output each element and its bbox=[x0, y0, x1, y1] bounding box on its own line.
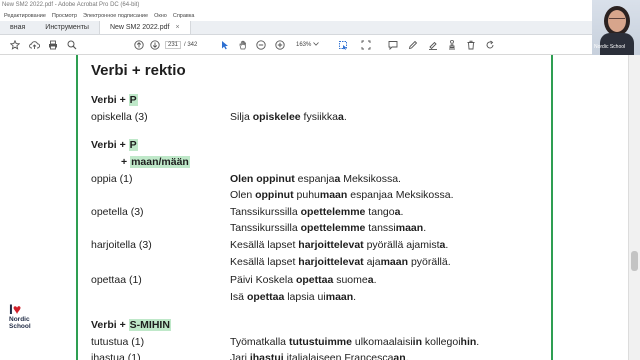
section-subheading: + maan/mään bbox=[121, 156, 190, 168]
example-opetella-2: Tanssikurssilla opettelemme tanssimaan. bbox=[230, 222, 427, 234]
section-heading-text: Verbi + bbox=[91, 139, 129, 151]
example-opettaa-1: Päivi Koskela opettaa suomea. bbox=[230, 274, 377, 286]
case-tag: S-MIHIN bbox=[128, 319, 171, 331]
page-title: Verbi + rektio bbox=[91, 62, 186, 79]
case-tag: maan/mään bbox=[130, 156, 190, 168]
verb-oppia: oppia (1) bbox=[91, 173, 133, 185]
document-content: Verbi + rektio Verbi + P opiskella (3) S… bbox=[0, 0, 640, 360]
section-heading: Verbi + P bbox=[91, 139, 138, 152]
section-heading-text: Verbi + bbox=[91, 319, 129, 331]
section-heading-text: Verbi + bbox=[91, 94, 129, 106]
case-tag: P bbox=[128, 139, 138, 151]
example-opiskella-1: Silja opiskelee fysiikkaa. bbox=[230, 111, 347, 123]
example-tutustua-1: Työmatkalla tutustuimme ulkomaalaisiin k… bbox=[230, 336, 480, 348]
verb-harjoitella: harjoitella (3) bbox=[91, 239, 152, 251]
example-opettaa-2: Isä opettaa lapsia uimaan. bbox=[230, 291, 357, 303]
verb-ihastua: ihastua (1) bbox=[91, 352, 141, 360]
verb-tutustua: tutustua (1) bbox=[91, 336, 145, 348]
verb-opettaa: opettaa (1) bbox=[91, 274, 142, 286]
section-heading: Verbi + S-MIHIN bbox=[91, 319, 171, 332]
section-heading: Verbi + P bbox=[91, 94, 138, 107]
case-tag: P bbox=[128, 94, 138, 106]
example-harjoitella-2: Kesällä lapset harjoittelevat ajamaan py… bbox=[230, 256, 451, 268]
verb-opiskella: opiskella (3) bbox=[91, 111, 148, 123]
example-ihastua-1: Jari ihastui italialaiseen Francescaan. bbox=[230, 352, 409, 360]
verb-opetella: opetella (3) bbox=[91, 206, 144, 218]
example-opetella-1: Tanssikurssilla opettelemme tangoa. bbox=[230, 206, 404, 218]
example-harjoitella-1: Kesällä lapset harjoittelevat pyörällä a… bbox=[230, 239, 449, 251]
example-oppia-2: Olen oppinut puhumaan espanjaa Meksikoss… bbox=[230, 189, 454, 201]
example-oppia-1: Olen oppinut espanjaa Meksikossa. bbox=[230, 173, 401, 185]
